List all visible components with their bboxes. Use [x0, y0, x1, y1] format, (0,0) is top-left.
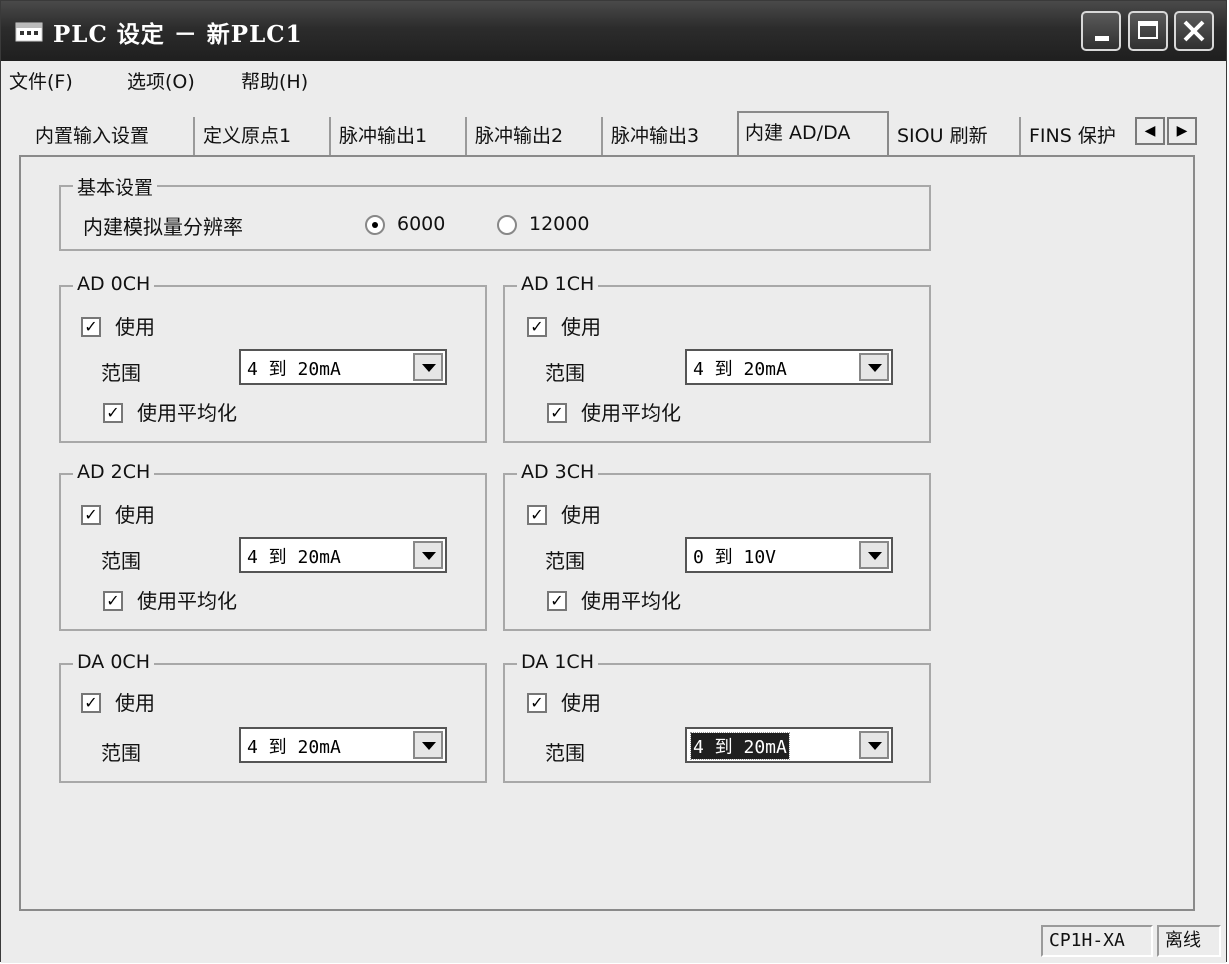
- chevron-down-icon[interactable]: [859, 541, 889, 569]
- chevron-down-icon[interactable]: [413, 353, 443, 381]
- tab-origin-1[interactable]: 定义原点1: [197, 117, 331, 155]
- ad-3ch-range-value: 0 到 10V: [693, 547, 777, 568]
- ad-0ch-use-label[interactable]: 使用: [115, 311, 155, 340]
- ad-3ch-use-label[interactable]: 使用: [561, 499, 601, 528]
- ad-1ch-use-checkbox[interactable]: ✓: [527, 317, 547, 337]
- ad-2ch-use-checkbox[interactable]: ✓: [81, 505, 101, 525]
- ad-2ch-range-label: 范围: [101, 549, 141, 573]
- tab-pulse-output-3[interactable]: 脉冲输出3: [605, 117, 737, 155]
- da-1ch-use-label[interactable]: 使用: [561, 687, 601, 716]
- group-ad-0ch: AD 0CH ✓ 使用 范围 4 到 20mA ✓ 使用平均化: [59, 273, 487, 443]
- tab-builtin-input[interactable]: 内置输入设置: [29, 117, 195, 155]
- group-basic-settings-title: 基本设置: [73, 173, 158, 200]
- ad-0ch-range-value: 4 到 20mA: [247, 359, 341, 380]
- ad-0ch-range-select[interactable]: 4 到 20mA: [239, 349, 447, 385]
- ad-0ch-average-label[interactable]: 使用平均化: [137, 397, 237, 426]
- tab-siou-refresh[interactable]: SIOU 刷新: [891, 117, 1021, 155]
- ad-2ch-use-label[interactable]: 使用: [115, 499, 155, 528]
- ad-3ch-use-checkbox[interactable]: ✓: [527, 505, 547, 525]
- plc-app-icon: [15, 22, 43, 42]
- ad-1ch-range-value: 4 到 20mA: [693, 359, 787, 380]
- chevron-down-icon[interactable]: [413, 541, 443, 569]
- radio-12000-label[interactable]: 12000: [529, 213, 589, 235]
- minimize-icon: [1095, 36, 1109, 41]
- tab-scroll-left-button[interactable]: ◀: [1135, 117, 1165, 145]
- ad-1ch-range-label: 范围: [545, 361, 585, 385]
- da-0ch-use-label[interactable]: 使用: [115, 687, 155, 716]
- ad-2ch-average-label[interactable]: 使用平均化: [137, 585, 237, 614]
- arrow-right-icon: ▶: [1176, 123, 1188, 139]
- radio-6000-label[interactable]: 6000: [397, 213, 445, 235]
- ad-0ch-average-checkbox[interactable]: ✓: [103, 403, 123, 423]
- group-basic-settings: 基本设置 内建模拟量分辨率 6000 12000: [59, 173, 931, 251]
- tab-pulse-output-1[interactable]: 脉冲输出1: [333, 117, 467, 155]
- title-bar[interactable]: PLC 设定 － 新PLC1: [1, 1, 1226, 61]
- chevron-down-icon[interactable]: [859, 353, 889, 381]
- tab-builtin-ad-da[interactable]: 内建 AD/DA: [737, 111, 889, 157]
- group-ad-3ch: AD 3CH ✓ 使用 范围 0 到 10V ✓ 使用平均化: [503, 461, 931, 631]
- resolution-label: 内建模拟量分辨率: [83, 215, 243, 239]
- status-mode: 离线: [1157, 925, 1221, 957]
- group-da-0ch: DA 0CH ✓ 使用 范围 4 到 20mA: [59, 651, 487, 783]
- radio-6000[interactable]: [365, 215, 385, 235]
- ad-2ch-range-select[interactable]: 4 到 20mA: [239, 537, 447, 573]
- ad-3ch-range-select[interactable]: 0 到 10V: [685, 537, 893, 573]
- tab-strip: 内置输入设置 定义原点1 脉冲输出1 脉冲输出2 脉冲输出3 内建 AD/DA …: [1, 111, 1226, 157]
- ad-0ch-range-label: 范围: [101, 361, 141, 385]
- ad-3ch-average-label[interactable]: 使用平均化: [581, 585, 681, 614]
- minimize-button[interactable]: [1081, 11, 1121, 51]
- plc-settings-window: PLC 设定 － 新PLC1 文件(F) 选项(O) 帮助(H) 内置输入设置 …: [0, 0, 1227, 963]
- ad-3ch-range-label: 范围: [545, 549, 585, 573]
- arrow-left-icon: ◀: [1144, 123, 1156, 139]
- ad-2ch-range-value: 4 到 20mA: [247, 547, 341, 568]
- da-0ch-use-checkbox[interactable]: ✓: [81, 693, 101, 713]
- group-ad-1ch: AD 1CH ✓ 使用 范围 4 到 20mA ✓ 使用平均化: [503, 273, 931, 443]
- menu-bar: 文件(F) 选项(O) 帮助(H): [1, 63, 1226, 97]
- ad-1ch-average-label[interactable]: 使用平均化: [581, 397, 681, 426]
- da-1ch-title: DA 1CH: [517, 651, 598, 673]
- ad-0ch-title: AD 0CH: [73, 273, 155, 295]
- menu-file[interactable]: 文件(F): [9, 67, 73, 94]
- da-1ch-range-label: 范围: [545, 741, 585, 765]
- da-0ch-title: DA 0CH: [73, 651, 154, 673]
- close-icon: [1183, 20, 1205, 42]
- menu-options[interactable]: 选项(O): [127, 67, 195, 94]
- tab-pulse-output-2[interactable]: 脉冲输出2: [469, 117, 603, 155]
- chevron-down-icon[interactable]: [859, 731, 889, 759]
- tab-fins-protect[interactable]: FINS 保护: [1023, 117, 1135, 155]
- close-button[interactable]: [1174, 11, 1214, 51]
- group-da-1ch: DA 1CH ✓ 使用 范围 4 到 20mA: [503, 651, 931, 783]
- window-title: PLC 设定 － 新PLC1: [53, 21, 303, 48]
- ad-2ch-title: AD 2CH: [73, 461, 155, 483]
- status-bar: CP1H-XA 离线: [1, 919, 1226, 963]
- ad-1ch-title: AD 1CH: [517, 273, 599, 295]
- da-1ch-use-checkbox[interactable]: ✓: [527, 693, 547, 713]
- da-1ch-range-select[interactable]: 4 到 20mA: [685, 727, 893, 763]
- status-model: CP1H-XA: [1041, 925, 1153, 957]
- chevron-down-icon[interactable]: [413, 731, 443, 759]
- ad-0ch-use-checkbox[interactable]: ✓: [81, 317, 101, 337]
- tab-scroll-arrows: ◀ ▶: [1135, 117, 1199, 147]
- tab-scroll-right-button[interactable]: ▶: [1167, 117, 1197, 145]
- menu-help[interactable]: 帮助(H): [241, 67, 308, 94]
- ad-3ch-average-checkbox[interactable]: ✓: [547, 591, 567, 611]
- ad-1ch-average-checkbox[interactable]: ✓: [547, 403, 567, 423]
- maximize-button[interactable]: [1128, 11, 1168, 51]
- radio-12000[interactable]: [497, 215, 517, 235]
- ad-2ch-average-checkbox[interactable]: ✓: [103, 591, 123, 611]
- ad-3ch-title: AD 3CH: [517, 461, 599, 483]
- da-1ch-range-value: 4 到 20mA: [690, 732, 790, 760]
- ad-1ch-range-select[interactable]: 4 到 20mA: [685, 349, 893, 385]
- group-ad-2ch: AD 2CH ✓ 使用 范围 4 到 20mA ✓ 使用平均化: [59, 461, 487, 631]
- ad-da-settings-panel: 基本设置 内建模拟量分辨率 6000 12000 AD 0CH ✓ 使用 范围 …: [19, 155, 1195, 911]
- da-0ch-range-value: 4 到 20mA: [247, 737, 341, 758]
- maximize-icon: [1138, 21, 1158, 39]
- da-0ch-range-label: 范围: [101, 741, 141, 765]
- da-0ch-range-select[interactable]: 4 到 20mA: [239, 727, 447, 763]
- ad-1ch-use-label[interactable]: 使用: [561, 311, 601, 340]
